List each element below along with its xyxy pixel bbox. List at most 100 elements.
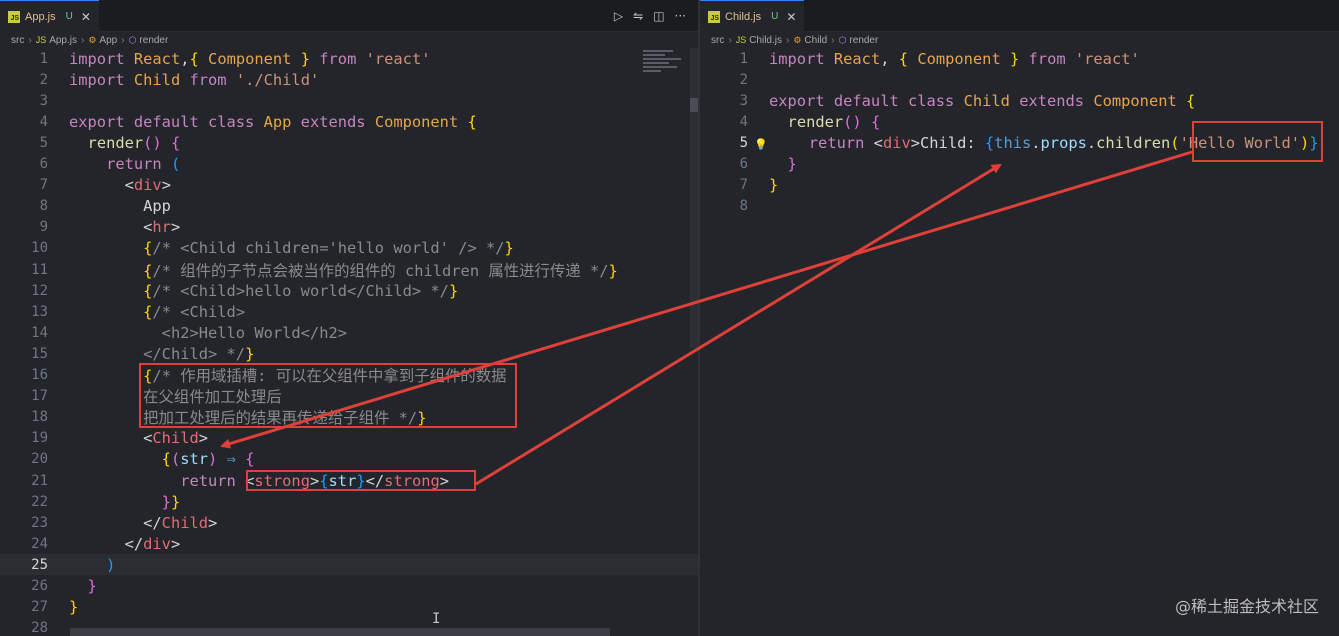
code-line[interactable]: 12 {/* <Child>hello world</Child> */} <box>0 280 698 301</box>
code-line[interactable]: 4 export default class App extends Compon… <box>0 111 698 132</box>
code-token: } <box>69 598 79 617</box>
code-token: import <box>69 49 134 68</box>
watermark: @稀土掘金技术社区 <box>1174 597 1319 616</box>
split-editor-icon[interactable]: ◫ <box>653 9 664 23</box>
code-token: } <box>787 155 797 173</box>
code-text: } <box>69 598 78 616</box>
code-line[interactable]: 26 } <box>0 576 698 597</box>
breadcrumb-item[interactable]: src <box>711 35 724 46</box>
code-line[interactable]: 3 export default class Child extends Comp… <box>700 90 1339 111</box>
code-text: {/* <Child children='hello world' /> */} <box>69 239 514 257</box>
breadcrumb-item[interactable]: App <box>99 35 117 46</box>
code-token: ) <box>106 555 116 574</box>
breadcrumb-item[interactable]: App.js <box>49 35 77 46</box>
js-file-icon: JS <box>35 35 47 45</box>
code-token: > <box>208 513 218 532</box>
line-number: 5 <box>39 134 48 151</box>
code-line[interactable]: 20 {(str) ⇒ { <box>0 449 698 470</box>
breadcrumb: src › JS App.js › ⚙ App › ⬡ render <box>0 32 698 48</box>
code-line[interactable]: 24 </div> <box>0 533 698 554</box>
more-actions-icon[interactable]: ··· <box>675 9 686 23</box>
breadcrumb-item[interactable]: Child.js <box>749 35 782 46</box>
code-line[interactable]: 25 ) <box>0 554 698 576</box>
code-token: , <box>880 49 899 68</box>
code-token: . <box>1031 133 1041 152</box>
code-line[interactable]: 5 render() { <box>0 132 698 153</box>
line-number: 24 <box>31 535 48 552</box>
breadcrumb-item[interactable]: src <box>11 35 24 46</box>
class-icon: ⚙ <box>793 34 802 45</box>
tab-child-js[interactable]: JS Child.js U ✕ <box>700 0 805 32</box>
code-line[interactable]: 13 {/* <Child> <box>0 301 698 322</box>
code-token: 'react' <box>365 49 431 68</box>
code-text: <h2>Hello World</h2> <box>69 324 347 342</box>
horizontal-scrollbar[interactable] <box>70 628 610 636</box>
code-token: < <box>69 429 153 448</box>
line-number: 25 <box>31 556 48 573</box>
code-token: >Child: <box>910 133 985 152</box>
code-line[interactable]: 15 </Child> */} <box>0 343 698 364</box>
code-editor[interactable]: 1 import React,{ Component } from 'react'… <box>0 48 698 636</box>
code-token: { <box>245 450 255 469</box>
code-line[interactable]: 8 App <box>0 196 698 217</box>
method-icon: ⬡ <box>838 34 847 45</box>
code-token: Child <box>152 429 199 448</box>
code-token: { <box>984 133 995 152</box>
code-token: children <box>1096 133 1171 152</box>
code-token: Child <box>133 70 181 89</box>
line-number: 6 <box>739 156 748 172</box>
breadcrumb-item[interactable]: Child <box>804 35 827 46</box>
code-token: } <box>291 49 310 68</box>
code-line[interactable]: 27} <box>0 597 698 618</box>
code-line[interactable]: 10 {/* <Child children='hello world' /> … <box>0 238 698 259</box>
code-line[interactable]: 11 {/* 组件的子节点会被当作的组件的 children 属性进行传递 */… <box>0 259 698 280</box>
class-icon: ⚙ <box>88 34 97 45</box>
line-number: 5 <box>739 134 748 151</box>
code-line[interactable]: 2 <box>700 69 1339 90</box>
code-token: , <box>180 49 190 68</box>
code-line[interactable]: 3 <box>0 90 698 111</box>
line-number: 22 <box>31 493 48 510</box>
line-number: 10 <box>31 240 48 257</box>
close-icon[interactable]: ✕ <box>81 10 91 24</box>
code-text: </div> <box>69 535 181 553</box>
code-line[interactable]: 7 <div> <box>0 175 698 196</box>
code-line[interactable]: 8 <box>700 196 1339 217</box>
close-icon[interactable]: ✕ <box>786 10 796 24</box>
highlight-box-strong-str <box>246 470 476 491</box>
lightbulb-icon[interactable]: 💡 <box>754 138 768 151</box>
tab-app-js[interactable]: JS App.js U ✕ <box>0 0 99 32</box>
code-line[interactable]: 1 import React, { Component } from 'react… <box>700 48 1339 69</box>
chevron-right-icon: › <box>728 34 732 46</box>
breadcrumb-item[interactable]: render <box>849 35 878 46</box>
vertical-scrollbar[interactable] <box>690 48 698 348</box>
code-line[interactable]: 6 return ( <box>0 154 698 175</box>
code-line[interactable]: 19 <Child> <box>0 428 698 449</box>
code-token: /* 组件的子节点会被当作的组件的 children 属性进行传递 */ <box>152 261 609 280</box>
line-number: 15 <box>31 345 48 362</box>
line-number: 13 <box>31 303 48 320</box>
line-number: 8 <box>39 198 48 215</box>
line-number: 26 <box>31 578 48 594</box>
code-text: {(str) ⇒ { <box>69 450 255 469</box>
compare-changes-icon[interactable]: ⇋ <box>633 9 643 23</box>
code-line[interactable]: 9 <hr> <box>0 217 698 238</box>
code-line[interactable]: 7} <box>700 175 1339 196</box>
code-line[interactable]: 1 import React,{ Component } from 'react' <box>0 48 698 69</box>
code-line[interactable]: 2 import Child from './Child' <box>0 69 698 90</box>
minimap[interactable] <box>643 48 687 88</box>
breadcrumb-item[interactable]: render <box>139 35 168 46</box>
line-number: 3 <box>39 92 48 109</box>
code-line[interactable]: 14 <h2>Hello World</h2> <box>0 322 698 343</box>
code-token: ( <box>1170 133 1180 152</box>
code-token: Child <box>161 513 209 532</box>
scrollbar-thumb[interactable] <box>690 98 698 112</box>
run-icon[interactable]: ▷ <box>614 9 623 23</box>
code-line[interactable]: 22 }} <box>0 491 698 512</box>
code-line[interactable]: 23 </Child> <box>0 512 698 533</box>
